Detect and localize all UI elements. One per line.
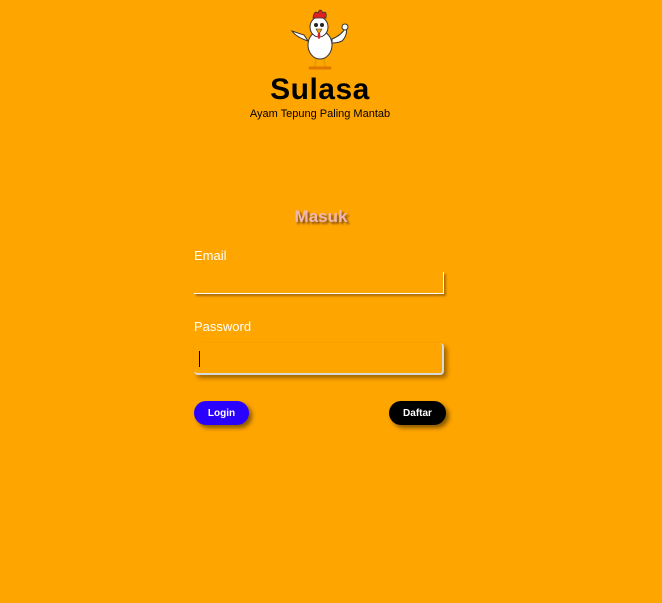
email-input[interactable] <box>194 272 444 294</box>
login-page: Sulasa Ayam Tepung Paling Mantab Masuk E… <box>0 0 662 603</box>
text-cursor <box>199 351 200 367</box>
brand-tagline: Ayam Tepung Paling Mantab <box>249 108 391 120</box>
brand-title: Sulasa <box>270 73 370 106</box>
login-form-title: Masuk <box>294 207 348 226</box>
password-label: Password <box>194 319 252 334</box>
email-label: Email <box>194 248 227 263</box>
register-button[interactable]: Daftar <box>389 401 446 425</box>
password-input[interactable] <box>194 343 444 375</box>
login-button[interactable]: Login <box>194 401 249 425</box>
chicken-mascot-icon <box>290 9 349 70</box>
